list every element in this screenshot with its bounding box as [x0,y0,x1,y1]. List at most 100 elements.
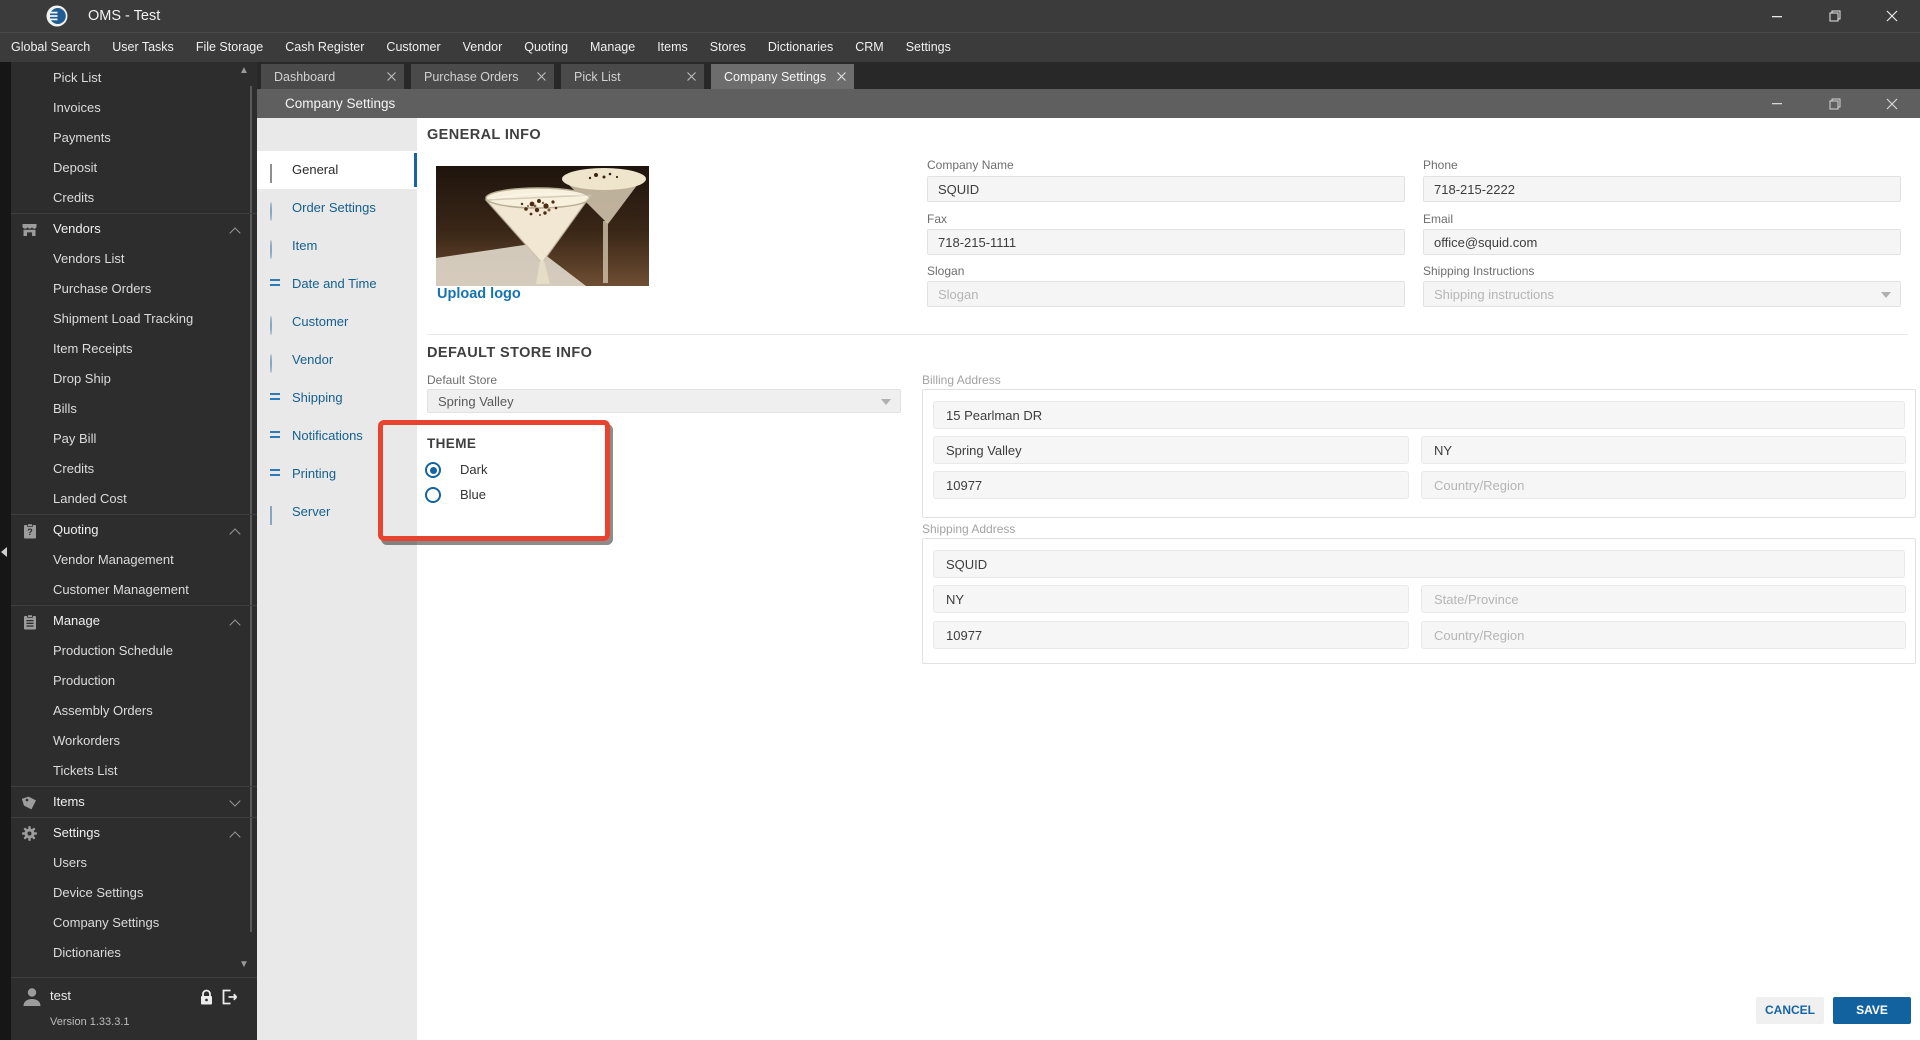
settings-nav-vendor[interactable]: Vendor [257,341,417,379]
shipping-country-field[interactable]: Country/Region [1421,621,1906,649]
menu-settings[interactable]: Settings [895,33,962,62]
menu-dictionaries[interactable]: Dictionaries [757,33,844,62]
user-avatar-icon [19,984,45,1015]
sidebar-item-assembly-orders[interactable]: Assembly Orders [11,696,257,726]
slogan-field[interactable]: Slogan [927,281,1405,307]
sidebar-item-tickets-list[interactable]: Tickets List [11,756,257,786]
sidebar-item-customer-management[interactable]: Customer Management [11,575,257,605]
menu-quoting[interactable]: Quoting [513,33,579,62]
upload-logo-link[interactable]: Upload logo [437,286,521,302]
sidebar-item-drop-ship[interactable]: Drop Ship [11,364,257,394]
sidebar-item-landed-cost[interactable]: Landed Cost [11,484,257,514]
quote-clipboard-icon: ? [21,522,38,539]
menu-cash-register[interactable]: Cash Register [274,33,375,62]
menu-customer[interactable]: Customer [375,33,451,62]
settings-nav-date-and-time[interactable]: Date and Time [257,265,417,303]
menu-items[interactable]: Items [646,33,699,62]
restore-icon[interactable] [1806,0,1863,32]
sidebar-item-device-settings[interactable]: Device Settings [11,878,257,908]
sidebar-item-vendor-management[interactable]: Vendor Management [11,545,257,575]
settings-nav-shipping[interactable]: Shipping [257,379,417,417]
circle-icon [270,202,272,221]
shipping-name-field[interactable]: SQUID [933,550,1905,578]
cancel-button[interactable]: CANCEL [1756,997,1824,1024]
tab-company-settings[interactable]: Company Settings [711,64,854,89]
theme-radio-dark[interactable] [425,462,441,478]
tab-dashboard[interactable]: Dashboard [261,64,404,89]
minimize-icon[interactable] [1749,0,1806,32]
settings-nav-item[interactable]: Item [257,227,417,265]
sidebar-item-workorders[interactable]: Workorders [11,726,257,756]
settings-nav-order-settings[interactable]: Order Settings [257,189,417,227]
sidebar-item-invoices[interactable]: Invoices [11,93,257,123]
billing-city-field[interactable]: Spring Valley [933,436,1409,464]
sidebar-item-dictionaries[interactable]: Dictionaries [11,938,257,968]
save-button[interactable]: SAVE [1833,997,1911,1024]
email-field[interactable]: office@squid.com [1423,229,1901,255]
sidebar-group-settings[interactable]: Settings [11,818,257,848]
chevron-down-icon [881,399,891,405]
close-icon[interactable] [1863,0,1920,32]
shipping-zip-field[interactable]: 10977 [933,621,1409,649]
sidebar-group-quoting[interactable]: ? Quoting [11,515,257,545]
sidebar-collapse-icon[interactable] [1,547,7,557]
tab-close-icon[interactable] [678,64,704,89]
sidebar-item-pay-bill[interactable]: Pay Bill [11,424,257,454]
circle-icon [270,354,272,373]
sidebar: ▲ ▼ Pick List Invoices Payments Deposit … [0,62,257,1040]
sidebar-item-users[interactable]: Users [11,848,257,878]
settings-nav-printing[interactable]: Printing [257,455,417,493]
settings-nav-general[interactable]: General [257,151,417,189]
theme-radio-blue[interactable] [425,487,441,503]
tab-pick-list[interactable]: Pick List [561,64,704,89]
shipping-instructions-select[interactable]: Shipping instructions [1423,281,1901,307]
menu-file-storage[interactable]: File Storage [185,33,274,62]
billing-state-field[interactable]: NY [1421,436,1906,464]
shipping-city-field[interactable]: NY [933,585,1409,613]
sidebar-item-payments[interactable]: Payments [11,123,257,153]
tab-close-icon[interactable] [378,64,404,89]
tab-purchase-orders[interactable]: Purchase Orders [411,64,554,89]
sidebar-item-production-schedule[interactable]: Production Schedule [11,636,257,666]
panel-restore-icon[interactable] [1806,89,1863,118]
sidebar-group-items[interactable]: Items [11,787,257,817]
sidebar-item-bills[interactable]: Bills [11,394,257,424]
sidebar-item-pick-list[interactable]: Pick List [11,63,257,93]
sidebar-item-purchase-orders[interactable]: Purchase Orders [11,274,257,304]
menu-user-tasks[interactable]: User Tasks [101,33,185,62]
settings-nav-notifications[interactable]: Notifications [257,417,417,455]
shipping-state-field[interactable]: State/Province [1421,585,1906,613]
sidebar-item-vendors-list[interactable]: Vendors List [11,244,257,274]
sidebar-item-credits-vendor[interactable]: Credits [11,454,257,484]
menu-stores[interactable]: Stores [699,33,757,62]
tab-close-icon[interactable] [828,64,854,89]
menu-global-search[interactable]: Global Search [0,33,101,62]
phone-field[interactable]: 718-215-2222 [1423,176,1901,202]
menu-crm[interactable]: CRM [844,33,894,62]
billing-street-field[interactable]: 15 Pearlman DR [933,401,1905,429]
default-store-select[interactable]: Spring Valley [427,389,901,413]
fax-field[interactable]: 718-215-1111 [927,229,1405,255]
store-icon [21,221,38,238]
sidebar-item-shipment-load-tracking[interactable]: Shipment Load Tracking [11,304,257,334]
lock-icon[interactable] [196,987,216,1007]
sidebar-item-item-receipts[interactable]: Item Receipts [11,334,257,364]
company-name-field[interactable]: SQUID [927,176,1405,202]
settings-nav-customer[interactable]: Customer [257,303,417,341]
billing-country-field[interactable]: Country/Region [1421,471,1906,499]
sidebar-group-vendors[interactable]: Vendors [11,214,257,244]
settings-nav-server[interactable]: Server [257,493,417,531]
logout-icon[interactable] [220,987,240,1007]
sidebar-item-production[interactable]: Production [11,666,257,696]
sidebar-item-credits[interactable]: Credits [11,183,257,213]
panel-close-icon[interactable] [1863,89,1920,118]
sidebar-group-manage[interactable]: Manage [11,606,257,636]
sidebar-item-deposit[interactable]: Deposit [11,153,257,183]
billing-zip-field[interactable]: 10977 [933,471,1409,499]
panel-minimize-icon[interactable] [1749,89,1806,118]
tab-close-icon[interactable] [528,64,554,89]
menu-manage[interactable]: Manage [579,33,646,62]
general-info-title: GENERAL INFO [427,127,542,143]
menu-vendor[interactable]: Vendor [452,33,514,62]
sidebar-item-company-settings[interactable]: Company Settings [11,908,257,938]
